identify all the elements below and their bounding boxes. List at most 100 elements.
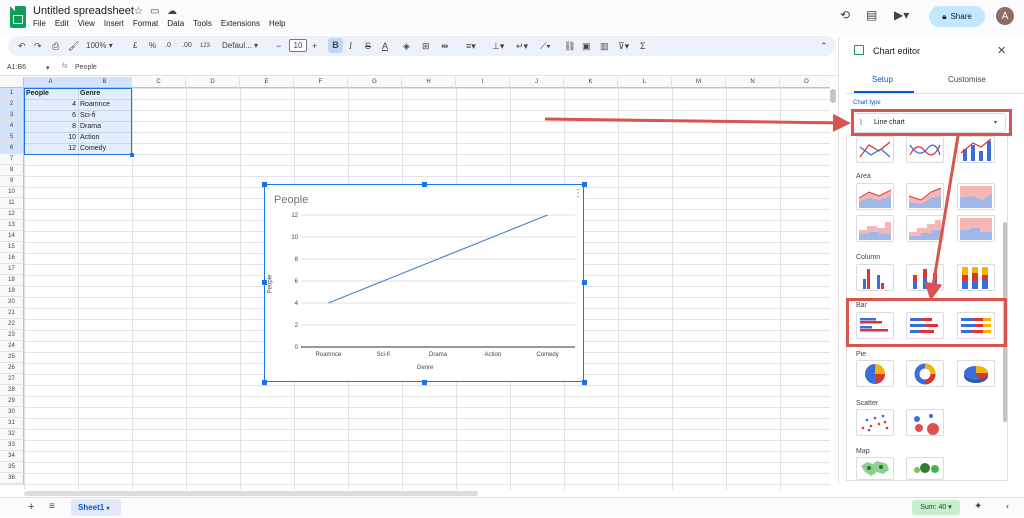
bold-button[interactable]: B <box>328 38 343 53</box>
cell-genre[interactable]: Sci-fi <box>78 110 132 121</box>
share-button[interactable]: 🔒︎Share <box>929 6 985 27</box>
row-header-15[interactable]: 15 <box>0 242 24 253</box>
thumb-100-area[interactable] <box>957 183 995 210</box>
thumb-stepped-area[interactable] <box>856 215 894 242</box>
column-header-f[interactable]: F <box>294 77 348 88</box>
row-header-9[interactable]: 9 <box>0 176 24 187</box>
thumb-geo-map[interactable] <box>856 457 894 480</box>
thumb-doughnut[interactable] <box>906 360 944 387</box>
font-size-increase[interactable]: + <box>312 40 317 52</box>
chart-icon[interactable]: ▥ <box>600 40 609 52</box>
cell-people[interactable]: 12 <box>24 143 78 154</box>
column-header-g[interactable]: G <box>348 77 402 88</box>
row-header-5[interactable]: 5 <box>0 132 24 143</box>
name-box[interactable]: A1:B6 <box>7 64 26 71</box>
resize-handle-r[interactable] <box>582 280 587 285</box>
sum-indicator[interactable]: Sum: 40 ▾ <box>912 500 960 515</box>
row-header-28[interactable]: 28 <box>0 385 24 396</box>
row-header-22[interactable]: 22 <box>0 319 24 330</box>
cell-people[interactable]: 4 <box>24 99 78 110</box>
thumb-combo-line[interactable] <box>906 136 944 163</box>
column-header-n[interactable]: N <box>726 77 780 88</box>
percent-button[interactable]: % <box>149 40 156 52</box>
text-rotate-icon[interactable]: ⟋▾ <box>540 40 551 52</box>
embedded-chart[interactable]: People ⋮ 024681012RoamnceSci-fiDramaActi… <box>264 184 584 382</box>
strikethrough-button[interactable]: S <box>365 40 371 52</box>
comment-icon[interactable]: ▣ <box>582 40 591 52</box>
zoom-select[interactable]: 100% ▾ <box>86 40 113 52</box>
cell-genre[interactable]: Drama <box>78 121 132 132</box>
row-header-36[interactable]: 36 <box>0 473 24 484</box>
vertical-align-icon[interactable]: ⊥▾ <box>492 40 504 52</box>
link-icon[interactable]: ⛓︎ <box>564 40 575 52</box>
thumb-100-stepped-area[interactable] <box>957 215 995 242</box>
row-header-29[interactable]: 29 <box>0 396 24 407</box>
row-header-4[interactable]: 4 <box>0 121 24 132</box>
thumb-combo-chart[interactable] <box>957 136 995 163</box>
row-header-18[interactable]: 18 <box>0 275 24 286</box>
scrollbar-thumb[interactable] <box>830 89 836 103</box>
row-header-16[interactable]: 16 <box>0 253 24 264</box>
menu-edit[interactable]: Edit <box>55 19 69 28</box>
cell-genre[interactable]: Roamnce <box>78 99 132 110</box>
redo-icon[interactable]: ↷ <box>34 40 42 52</box>
font-size-decrease[interactable]: − <box>276 40 281 52</box>
history-icon[interactable]: ⟲ <box>840 8 850 22</box>
currency-button[interactable]: £ <box>133 40 137 52</box>
print-icon[interactable]: ⎙ <box>52 40 59 52</box>
column-header-j[interactable]: J <box>510 77 564 88</box>
thumb-scatter[interactable] <box>856 409 894 436</box>
avatar[interactable]: A <box>996 7 1014 25</box>
menu-view[interactable]: View <box>78 19 95 28</box>
column-header-o[interactable]: O <box>780 77 830 88</box>
cell-people[interactable]: 8 <box>24 121 78 132</box>
column-header-m[interactable]: M <box>672 77 726 88</box>
thumb-stacked-column[interactable] <box>906 264 944 291</box>
row-header-20[interactable]: 20 <box>0 297 24 308</box>
column-header-h[interactable]: H <box>402 77 456 88</box>
row-header-21[interactable]: 21 <box>0 308 24 319</box>
close-icon[interactable]: ✕ <box>997 44 1006 57</box>
collapse-toolbar-icon[interactable]: ⌃ <box>820 40 828 52</box>
row-header-7[interactable]: 7 <box>0 154 24 165</box>
text-color-button[interactable]: A <box>382 40 388 52</box>
font-size-input[interactable]: 10 <box>289 39 307 52</box>
row-header-10[interactable]: 10 <box>0 187 24 198</box>
row-header-19[interactable]: 19 <box>0 286 24 297</box>
menu-file[interactable]: File <box>33 19 46 28</box>
thumb-stacked-area[interactable] <box>906 183 944 210</box>
tab-setup[interactable]: Setup <box>872 75 893 84</box>
row-header-27[interactable]: 27 <box>0 374 24 385</box>
column-header-k[interactable]: K <box>564 77 618 88</box>
row-header-35[interactable]: 35 <box>0 462 24 473</box>
cell-people[interactable]: 6 <box>24 110 78 121</box>
comments-icon[interactable]: ▤ <box>866 8 877 22</box>
row-header-17[interactable]: 17 <box>0 264 24 275</box>
row-header-6[interactable]: 6 <box>0 143 24 154</box>
merge-cells-icon[interactable]: ⇹ <box>441 40 449 52</box>
resize-handle-tl[interactable] <box>262 182 267 187</box>
menu-extensions[interactable]: Extensions <box>221 19 260 28</box>
column-header-d[interactable]: D <box>186 77 240 88</box>
select-all-corner[interactable] <box>0 77 24 88</box>
row-header-24[interactable]: 24 <box>0 341 24 352</box>
move-folder-icon[interactable]: ▭ <box>150 6 159 17</box>
italic-button[interactable]: I <box>349 40 352 52</box>
meet-icon[interactable]: ▶▾ <box>894 8 909 22</box>
all-sheets-icon[interactable]: ≡ <box>49 501 55 512</box>
sheet-tab-sheet1[interactable]: Sheet1 ▾ <box>71 499 121 516</box>
row-header-2[interactable]: 2 <box>0 99 24 110</box>
thumb-3d-pie[interactable] <box>957 360 995 387</box>
filter-icon[interactable]: ⊽▾ <box>618 40 629 52</box>
row-header-14[interactable]: 14 <box>0 231 24 242</box>
resize-handle-t[interactable] <box>422 182 427 187</box>
row-header-31[interactable]: 31 <box>0 418 24 429</box>
thumb-pie[interactable] <box>856 360 894 387</box>
borders-icon[interactable]: ⊞ <box>422 40 430 52</box>
thumb-column[interactable] <box>856 264 894 291</box>
row-header-33[interactable]: 33 <box>0 440 24 451</box>
thumb-area[interactable] <box>856 183 894 210</box>
cell-genre[interactable]: Comedy <box>78 143 132 154</box>
text-wrap-icon[interactable]: ↵▾ <box>516 40 528 52</box>
cloud-status-icon[interactable]: ☁ <box>167 6 177 17</box>
